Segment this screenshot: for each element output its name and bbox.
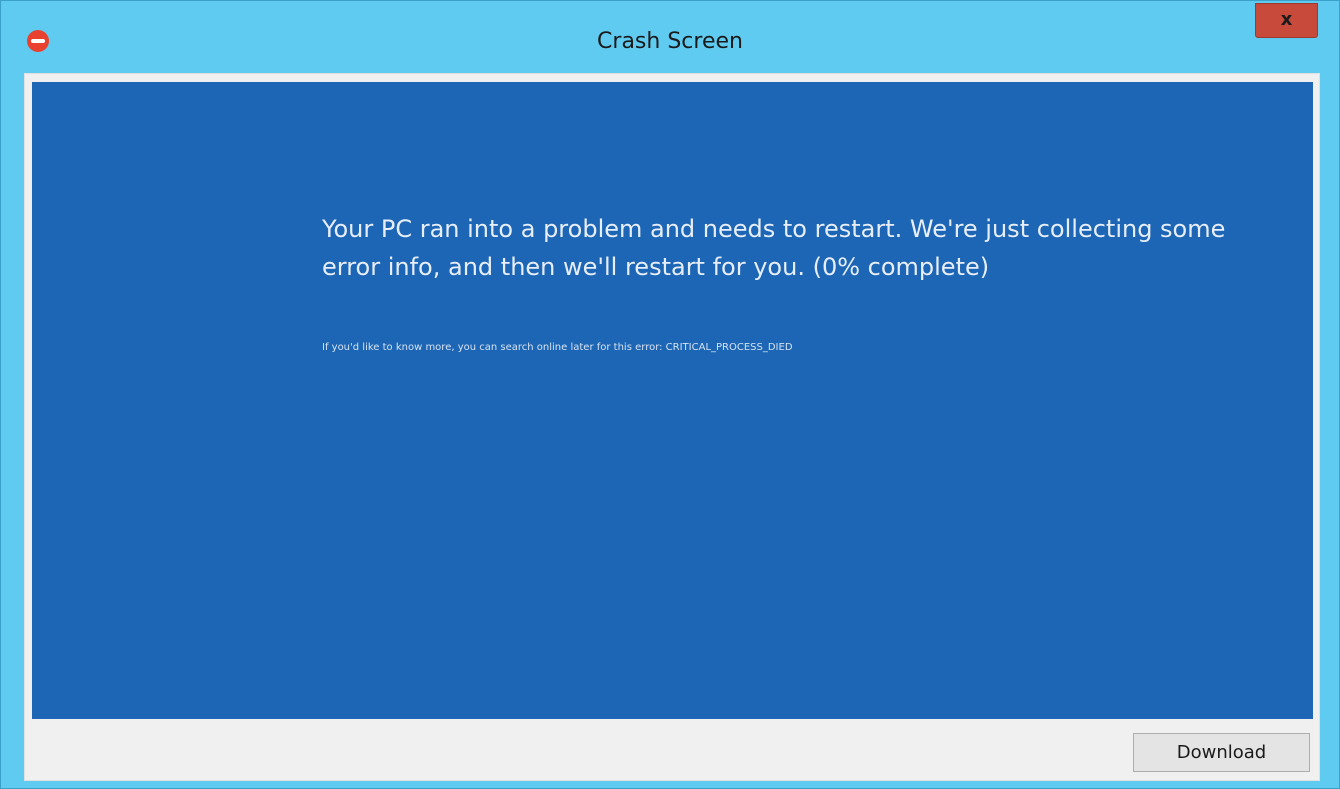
crash-message: Your PC ran into a problem and needs to … [322, 215, 1226, 281]
window-client-area: Your PC ran into a problem and needs to … [24, 73, 1320, 781]
crash-screen-window: Crash Screen x Your PC ran into a proble… [0, 0, 1340, 789]
crash-detail: If you'd like to know more, you can sear… [322, 342, 793, 353]
title-bar[interactable]: Crash Screen x [1, 1, 1339, 73]
crash-screen-panel: Your PC ran into a problem and needs to … [32, 82, 1313, 719]
download-button[interactable]: Download [1133, 733, 1310, 772]
close-button[interactable]: x [1255, 3, 1318, 38]
window-title: Crash Screen [597, 29, 743, 54]
